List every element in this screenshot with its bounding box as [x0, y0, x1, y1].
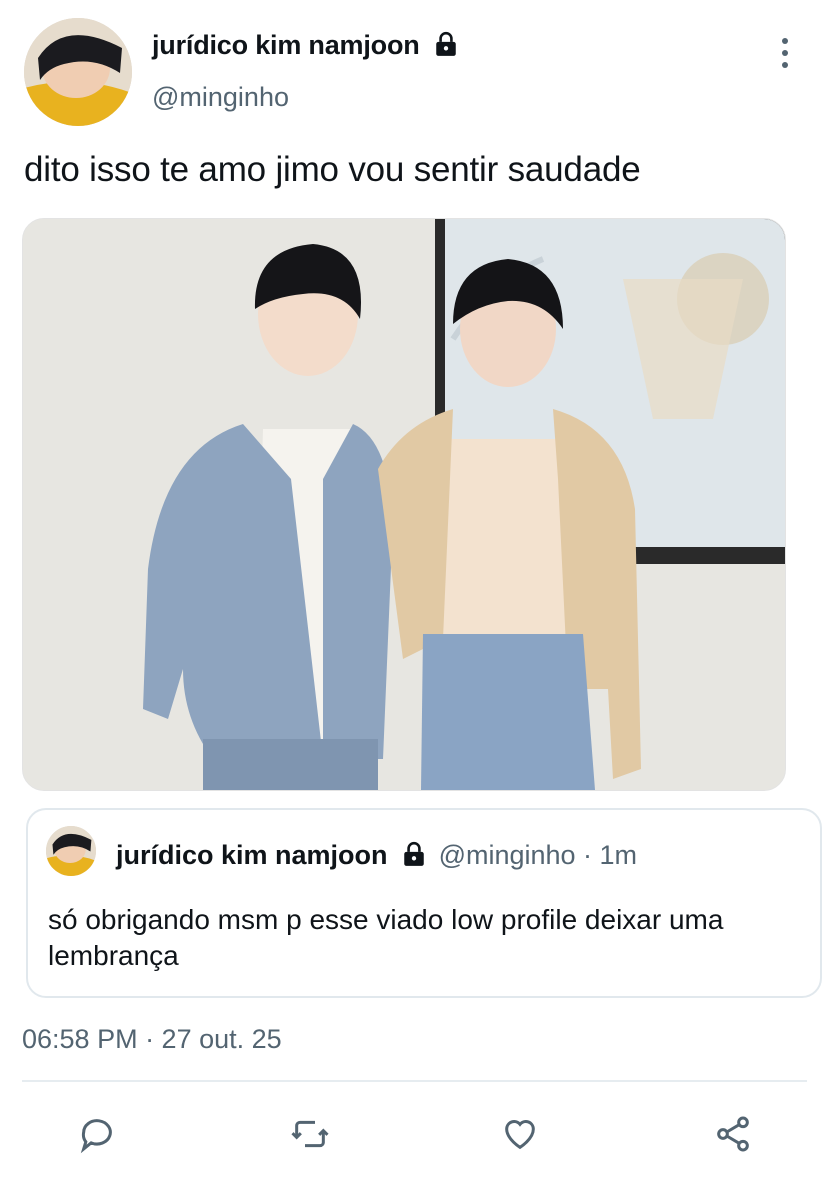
- display-name-text[interactable]: jurídico kim namjoon: [152, 30, 420, 60]
- photo-illustration: [23, 219, 785, 790]
- handle[interactable]: @minginho: [152, 82, 289, 113]
- quote-header: jurídico kim namjoon @minginho · 1m: [116, 840, 637, 874]
- reply-icon[interactable]: [67, 1104, 127, 1164]
- timestamp[interactable]: 06:58 PM · 27 out. 25: [22, 1024, 282, 1055]
- like-icon[interactable]: [490, 1104, 550, 1164]
- share-icon[interactable]: [703, 1104, 763, 1164]
- avatar[interactable]: [24, 18, 132, 126]
- tweet-text: dito isso te amo jimo vou sentir saudade: [24, 150, 641, 189]
- action-bar: [0, 1104, 829, 1164]
- tweet-photo[interactable]: [22, 218, 786, 791]
- quote-display-name[interactable]: jurídico kim namjoon: [116, 840, 388, 870]
- more-vertical-icon[interactable]: [775, 38, 795, 72]
- avatar-image: [24, 18, 132, 126]
- divider: [22, 1080, 807, 1082]
- quote-avatar[interactable]: [46, 826, 96, 876]
- retweet-icon[interactable]: [280, 1104, 340, 1164]
- quoted-tweet[interactable]: jurídico kim namjoon @minginho · 1m só o…: [26, 808, 822, 998]
- display-name[interactable]: jurídico kim namjoon: [152, 30, 459, 64]
- quote-lock-icon: [401, 841, 427, 874]
- quote-text: só obrigando msm p esse viado low profil…: [48, 904, 724, 971]
- quote-meta: @minginho · 1m: [438, 840, 638, 870]
- lock-icon: [433, 31, 459, 64]
